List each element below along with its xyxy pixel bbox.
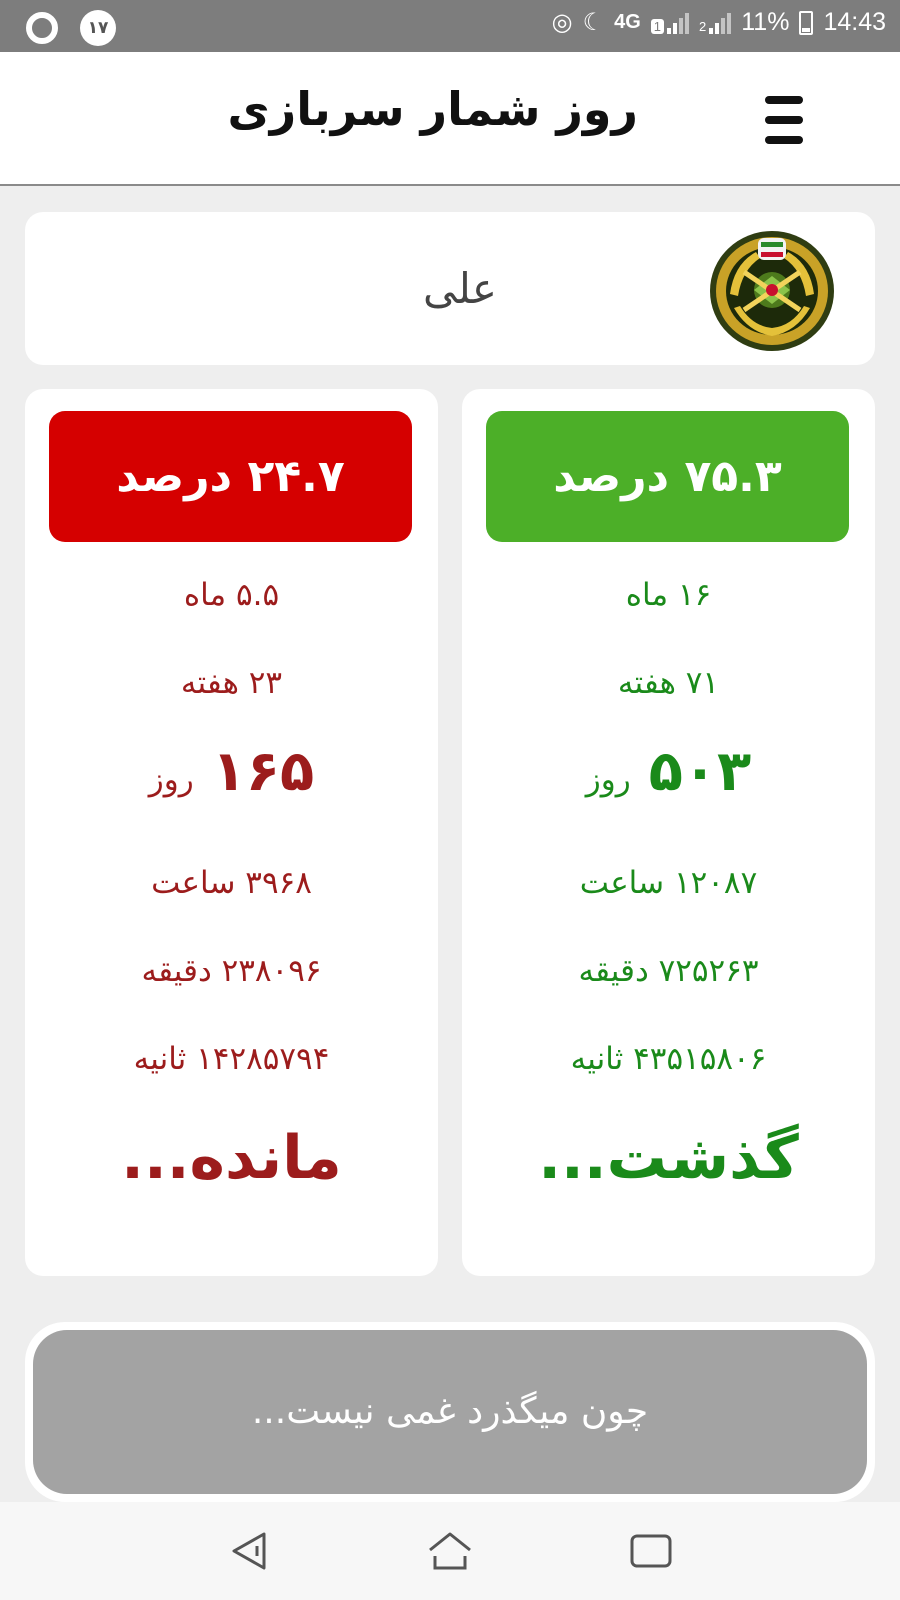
passed-card: ۷۵.۳ درصد ۱۶ ماه ۷۱ هفته ۵۰۳ روز ۱۲۰۸۷ سا…	[462, 389, 875, 1276]
profile-card: علی	[25, 212, 875, 365]
remaining-days-unit: روز	[148, 762, 194, 798]
sim1-signal-icon: 1	[650, 12, 690, 34]
moon-alarm-icon: ☾	[582, 8, 605, 36]
status-bar: ۱۷ ◎ ☾ 4G 1 2 11% 14:43	[0, 0, 900, 52]
passed-hours: ۱۲۰۸۷ ساعت	[579, 865, 758, 901]
remaining-seconds: ۱۴۲۸۵۷۹۴ ثانیه	[133, 1041, 330, 1077]
remaining-days-value: ۱۶۵	[211, 739, 315, 804]
network-type: 4G	[614, 11, 641, 33]
army-emblem-icon	[710, 231, 834, 351]
passed-days-unit: روز	[585, 762, 631, 798]
battery-percent: 11%	[741, 8, 790, 36]
quote-button[interactable]: چون میگذرد غمی نیست...	[33, 1330, 867, 1494]
passed-seconds: ۴۳۵۱۵۸۰۶ ثانیه	[570, 1041, 767, 1077]
clock: 14:43	[823, 8, 886, 36]
sim1-badge: 1	[650, 18, 665, 34]
remaining-percent-badge: ۲۴.۷ درصد	[49, 411, 412, 542]
remaining-minutes: ۲۳۸۰۹۶ دقیقه	[141, 953, 322, 989]
sim2-signal-icon: 2	[699, 12, 732, 34]
passed-months: ۱۶ ماه	[625, 577, 712, 613]
battery-icon	[799, 10, 814, 35]
passed-days-value: ۵۰۳	[648, 739, 752, 804]
remaining-months: ۵.۵ ماه	[183, 577, 280, 613]
system-nav-bar	[0, 1502, 900, 1600]
quote-container: چون میگذرد غمی نیست...	[25, 1322, 875, 1502]
home-icon[interactable]	[425, 1526, 475, 1576]
passed-footer: گذشت...	[538, 1123, 799, 1193]
page-title: روز شمار سربازی	[227, 82, 638, 136]
remaining-footer: مانده...	[121, 1123, 342, 1193]
passed-days: ۵۰۳ روز	[462, 739, 875, 804]
notification-count-badge: ۱۷	[80, 10, 116, 46]
hamburger-menu-icon[interactable]	[762, 96, 806, 144]
record-indicator-icon	[26, 12, 58, 44]
passed-minutes: ۷۲۵۲۶۳ دقیقه	[578, 953, 759, 989]
passed-percent-badge: ۷۵.۳ درصد	[486, 411, 849, 542]
hotspot-icon: ◎	[551, 8, 573, 36]
passed-weeks: ۷۱ هفته	[617, 665, 720, 701]
remaining-card: ۲۴.۷ درصد ۵.۵ ماه ۲۳ هفته ۱۶۵ روز ۳۹۶۸ سا…	[25, 389, 438, 1276]
back-triangle-icon[interactable]	[224, 1526, 274, 1576]
remaining-hours: ۳۹۶۸ ساعت	[151, 865, 312, 901]
remaining-days: ۱۶۵ روز	[25, 739, 438, 804]
remaining-weeks: ۲۳ هفته	[180, 665, 283, 701]
sim2-badge: 2	[699, 18, 707, 34]
recents-square-icon[interactable]	[626, 1526, 676, 1576]
app-bar: روز شمار سربازی	[0, 52, 900, 186]
